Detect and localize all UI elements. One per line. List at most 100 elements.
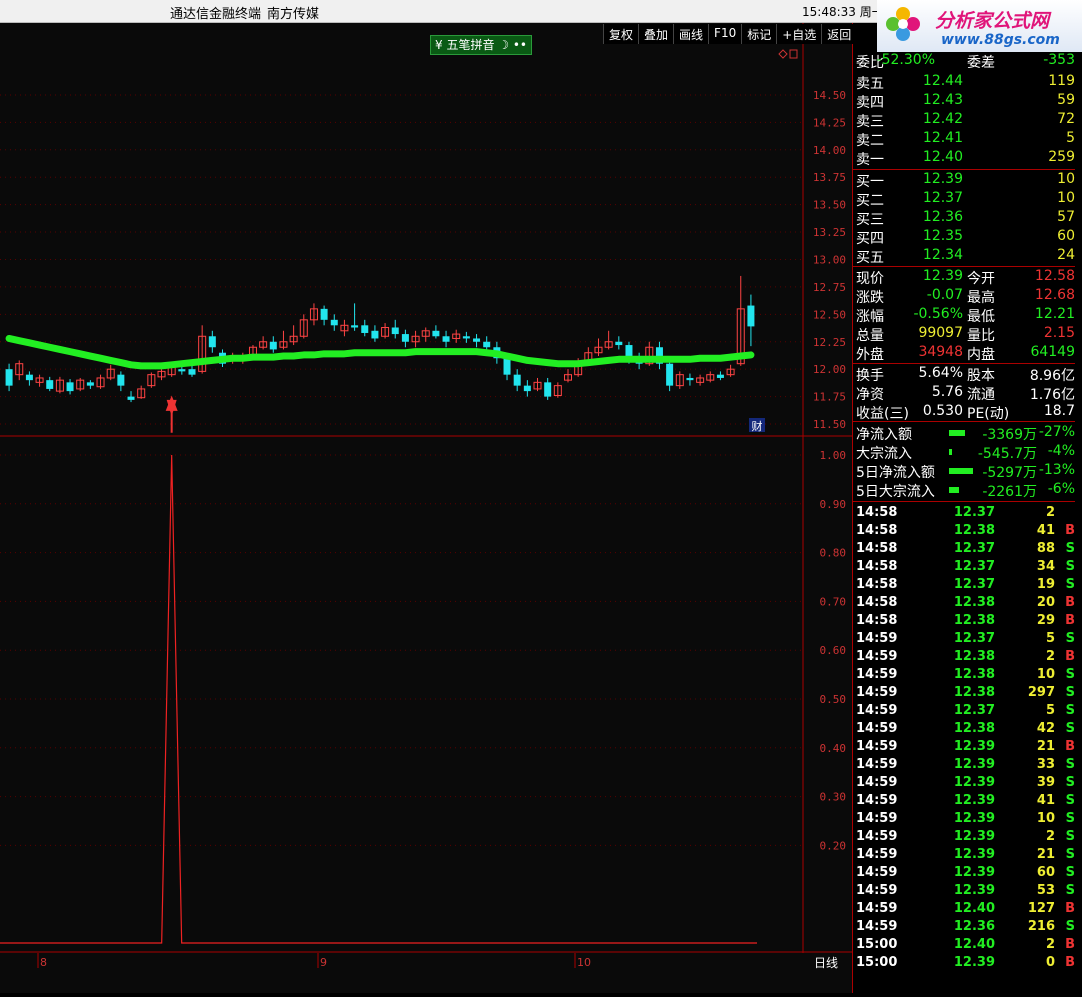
sell-row: 卖五 12.44 119 <box>853 73 1075 92</box>
indicator-tick: 0.80 <box>820 547 847 560</box>
tick-price: 12.39 <box>953 811 995 826</box>
sell-price: 12.42 <box>922 111 963 127</box>
toolbar-button-5[interactable]: +自选 <box>776 24 822 44</box>
flow-pct: -6% <box>1047 481 1075 497</box>
tick-time: 14:59 <box>856 829 898 844</box>
sell-label: 卖三 <box>856 114 884 130</box>
buy-row: 买五 12.34 24 <box>853 247 1075 266</box>
tick-price: 12.37 <box>953 559 995 574</box>
sell-label: 卖一 <box>856 152 884 168</box>
candle-body <box>666 363 674 386</box>
indicator-tick: 0.60 <box>820 644 847 657</box>
tick-time: 14:59 <box>856 757 898 772</box>
tick-row: 14:59 12.38 297 S <box>853 685 1075 703</box>
buy-volume: 10 <box>1057 171 1075 187</box>
tick-direction: S <box>1065 793 1075 808</box>
indicator-tick: 0.70 <box>820 595 847 608</box>
formula-label[interactable]: ¥ 五笔拼音 ☽ •• <box>430 35 533 55</box>
buy-price: 12.35 <box>922 228 963 244</box>
tick-price: 12.39 <box>953 955 995 970</box>
signal-arrow-head <box>165 395 178 411</box>
price-tick: 14.50 <box>813 89 846 102</box>
toolbar-button-6[interactable]: 返回 <box>821 24 857 44</box>
tick-row: 14:59 12.39 21 B <box>853 739 1075 757</box>
flow-bar <box>949 468 973 474</box>
finance-badge-label: 财 <box>752 419 763 433</box>
flow-bar <box>949 430 965 436</box>
sell-price: 12.43 <box>922 92 963 108</box>
flow-label: 净流入额 <box>856 427 912 443</box>
date-label: 9 <box>320 956 327 969</box>
logo-url: www.88gs.com <box>941 32 1060 48</box>
tick-time: 14:58 <box>856 595 898 610</box>
sell-label: 卖五 <box>856 76 884 92</box>
candle-body <box>716 374 724 378</box>
panel-edge <box>1076 60 1082 960</box>
candle-body <box>462 336 470 339</box>
tick-direction: S <box>1065 757 1075 772</box>
candle-body <box>127 396 135 400</box>
tick-row: 14:58 12.37 19 S <box>853 577 1075 595</box>
tick-row: 15:00 12.40 2 B <box>853 937 1075 955</box>
tick-price: 12.39 <box>953 757 995 772</box>
tick-direction: S <box>1065 703 1075 718</box>
price-tick: 12.50 <box>813 308 846 321</box>
tick-direction: S <box>1065 865 1075 880</box>
sell-volume: 72 <box>1057 111 1075 127</box>
stat-row: 收益(三) 0.530 PE(动) 18.7 <box>853 403 1075 422</box>
candle-body <box>330 319 338 326</box>
indicator-tick: 0.90 <box>820 498 847 511</box>
tick-price: 12.38 <box>953 685 995 700</box>
tick-price: 12.39 <box>953 865 995 880</box>
buy-label: 买一 <box>856 174 884 190</box>
buy-volume: 24 <box>1057 247 1075 263</box>
buy-label: 买二 <box>856 193 884 209</box>
toolbar-button-2[interactable]: 画线 <box>673 24 709 44</box>
tick-direction: S <box>1065 883 1075 898</box>
flower-icon <box>886 7 920 41</box>
tick-time: 14:58 <box>856 523 898 538</box>
tick-direction: S <box>1065 631 1075 646</box>
buy-price: 12.36 <box>922 209 963 225</box>
sell-row: 卖四 12.43 59 <box>853 92 1075 111</box>
stat-label: 收益(三) <box>856 406 909 422</box>
tick-row: 14:59 12.37 5 S <box>853 703 1075 721</box>
toolbar-button-4[interactable]: 标记 <box>741 24 777 44</box>
tick-direction: S <box>1065 775 1075 790</box>
tick-price: 12.39 <box>953 793 995 808</box>
candle-body <box>442 336 450 342</box>
tick-price: 12.40 <box>953 901 995 916</box>
tick-volume: 60 <box>1036 865 1055 880</box>
buy-label: 买四 <box>856 231 884 247</box>
candle-body <box>178 369 186 372</box>
toolbar-button-0[interactable]: 复权 <box>603 24 639 44</box>
kline-chart[interactable]: 14.50 14.25 14.00 13.75 13.50 13.25 13.00 12.75… <box>0 23 852 993</box>
period-label[interactable]: 日线 <box>814 954 838 971</box>
tick-price: 12.39 <box>953 829 995 844</box>
tick-row: 14:58 12.38 20 B <box>853 595 1075 613</box>
buy-row: 买四 12.35 60 <box>853 228 1075 247</box>
formula-name: 五笔拼音 <box>446 38 495 52</box>
tick-volume: 297 <box>1027 685 1055 700</box>
tick-volume: 39 <box>1036 775 1055 790</box>
quote-value-2: 64149 <box>1030 344 1075 360</box>
chart-area[interactable]: 14.50 14.25 14.00 13.75 13.50 13.25 13.00 12.75… <box>0 23 852 993</box>
flow-value: -545.7万 <box>977 446 1037 462</box>
toolbar-button-1[interactable]: 叠加 <box>638 24 674 44</box>
indicator-tick: 0.20 <box>820 839 847 852</box>
tick-direction: S <box>1065 721 1075 736</box>
tick-time: 14:59 <box>856 685 898 700</box>
tick-direction: S <box>1065 685 1075 700</box>
flow-pct: -4% <box>1047 443 1075 459</box>
toolbar-button-3[interactable]: F10 <box>708 24 742 44</box>
tick-price: 12.39 <box>953 847 995 862</box>
tick-time: 14:59 <box>856 883 898 898</box>
candle-body <box>473 338 481 342</box>
quote-value-2: 12.58 <box>1034 268 1075 284</box>
chart-toolbar: 复权 叠加 画线 F10 标记 +自选 返回 <box>603 24 857 44</box>
tick-direction: S <box>1065 541 1075 556</box>
tick-row: 14:58 12.38 29 B <box>853 613 1075 631</box>
price-tick: 13.75 <box>813 171 846 184</box>
quote-label: 外盘 <box>856 347 884 363</box>
tick-direction: S <box>1065 811 1075 826</box>
